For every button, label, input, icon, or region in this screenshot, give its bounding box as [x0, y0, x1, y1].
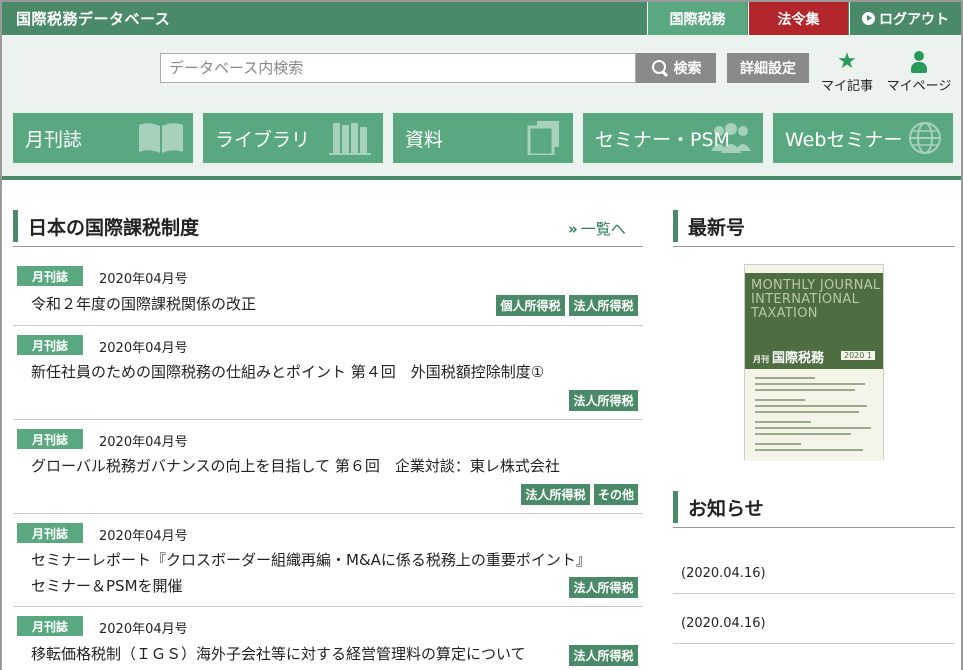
cover-text-line: [755, 399, 805, 401]
nav-label: 月刊誌: [25, 128, 83, 151]
header: 検索 詳細設定 ★ マイ記事 マイページ 月刊誌 ライブラリ: [2, 35, 961, 180]
my-page-link[interactable]: マイページ: [882, 51, 956, 94]
nav-label: Webセミナー: [785, 128, 903, 151]
nav-seminar-psm[interactable]: セミナー・PSM: [583, 113, 763, 163]
category-badge: 月刊誌: [17, 335, 83, 355]
page-frame: 国際税務データベース 国際税務 法令集 ログアウト 検索 詳細設定 ★ マイ記事…: [0, 0, 963, 670]
cover-text-line: [755, 383, 865, 385]
cover-title-main: 国際税務: [772, 351, 825, 366]
double-chevron-icon: »: [568, 220, 578, 238]
tag-badge[interactable]: 法人所得税: [569, 390, 638, 411]
cover-text-line: [755, 421, 811, 423]
logout-label: ログアウト: [879, 11, 949, 28]
search-icon: [651, 59, 669, 77]
nav-web-seminar[interactable]: Webセミナー: [773, 113, 953, 163]
cover-title-jp: 月刊 国際税務: [753, 347, 824, 366]
cover-top-strip: [745, 265, 883, 273]
nav-monthly-magazine[interactable]: 月刊誌: [13, 113, 193, 163]
article-title[interactable]: セミナーレポート『クロスボーダー組織再編・M&Aに係る税務上の重要ポイント』: [31, 547, 591, 573]
news-title: お知らせ: [673, 491, 953, 523]
nav-label: ライブラリ: [215, 128, 311, 151]
cover-text-line: [755, 377, 815, 379]
category-badge: 月刊誌: [17, 523, 83, 543]
search-button[interactable]: 検索: [636, 53, 716, 83]
tag-badge[interactable]: 法人所得税: [521, 484, 590, 505]
tag-badge[interactable]: 法人所得税: [569, 645, 638, 666]
nav-materials[interactable]: 資料: [393, 113, 573, 163]
latest-issue-title: 最新号: [673, 210, 953, 242]
section-underline: [673, 527, 955, 528]
section-underline: [13, 246, 643, 247]
article-date: 2020年04月号: [99, 529, 188, 544]
article-item[interactable]: 月刊誌 2020年04月号 セミナーレポート『クロスボーダー組織再編・M&Aに係…: [13, 514, 643, 607]
article-item[interactable]: 月刊誌 2020年04月号 グローバル税務ガバナンスの向上を目指して 第６回 企…: [13, 420, 643, 514]
cover-text-line: [755, 389, 855, 391]
cover-text-line: [755, 427, 871, 429]
search-input[interactable]: [160, 53, 636, 83]
cover-issue: 2020 1: [841, 351, 875, 360]
play-circle-icon: [862, 12, 875, 25]
header-divider: [2, 176, 961, 180]
tag-badge[interactable]: 個人所得税: [496, 295, 565, 316]
article-date: 2020年04月号: [99, 272, 188, 287]
news-date: (2020.04.16): [681, 616, 766, 631]
globe-icon: [909, 122, 941, 154]
cover-text-line: [755, 433, 851, 435]
cover-contents: [745, 369, 883, 461]
category-badge: 月刊誌: [17, 429, 83, 449]
section-title: 日本の国際課税制度: [13, 210, 643, 242]
article-title[interactable]: 移転価格税制（ＩＧＳ）海外子会社等に対する経営管理料の算定について: [31, 641, 526, 667]
star-icon: ★: [837, 49, 857, 74]
cover-text-line: [755, 411, 859, 413]
cover-title-prefix: 月刊: [753, 355, 769, 364]
article-date: 2020年04月号: [99, 341, 188, 356]
top-bar: 国際税務データベース 国際税務 法令集 ログアウト: [2, 2, 961, 35]
search-button-label: 検索: [673, 61, 702, 77]
logout-button[interactable]: ログアウト: [849, 2, 961, 35]
more-link-label: 一覧へ: [580, 220, 626, 238]
cover-text-line: [755, 443, 801, 445]
category-badge: 月刊誌: [17, 266, 83, 286]
nav-library[interactable]: ライブラリ: [203, 113, 383, 163]
nav-label: セミナー・PSM: [595, 128, 730, 151]
documents-icon: [527, 121, 559, 155]
more-link[interactable]: » 一覧へ: [568, 218, 626, 239]
section-underline: [673, 246, 955, 247]
my-articles-link[interactable]: ★ マイ記事: [814, 49, 880, 95]
news-item[interactable]: (2020.04.16): [673, 554, 955, 594]
person-icon: [908, 51, 930, 73]
my-articles-label: マイ記事: [820, 79, 873, 94]
advanced-settings-button[interactable]: 詳細設定: [727, 53, 809, 83]
article-date: 2020年04月号: [99, 622, 188, 637]
latest-issue-cover[interactable]: MONTHLY JOURNAL INTERNATIONAL TAXATION 月…: [744, 264, 884, 461]
article-title[interactable]: グローバル税務ガバナンスの向上を目指して 第６回 企業対談：東レ株式会社: [31, 453, 560, 479]
tab-international-tax[interactable]: 国際税務: [647, 2, 747, 35]
category-badge: 月刊誌: [17, 616, 83, 636]
news-item[interactable]: (2020.04.16): [673, 604, 955, 644]
bookshelf-icon: [329, 123, 371, 155]
article-date: 2020年04月号: [99, 435, 188, 450]
cover-title-en: MONTHLY JOURNAL INTERNATIONAL TAXATION: [751, 278, 881, 321]
article-title[interactable]: 令和２年度の国際課税関係の改正: [31, 291, 256, 317]
tag-badge[interactable]: その他: [594, 484, 638, 505]
tab-law-collection[interactable]: 法令集: [748, 2, 848, 35]
article-item[interactable]: 月刊誌 2020年04月号 新任社員のための国際税務の仕組みとポイント 第４回 …: [13, 326, 643, 420]
tag-badge[interactable]: 法人所得税: [569, 577, 638, 598]
tag-badge[interactable]: 法人所得税: [569, 295, 638, 316]
cover-text-line: [755, 449, 863, 451]
cover-text-line: [755, 405, 867, 407]
article-item[interactable]: 月刊誌 2020年04月号 移転価格税制（ＩＧＳ）海外子会社等に対する経営管理料…: [13, 607, 643, 670]
news-date: (2020.04.16): [681, 566, 766, 581]
my-page-label: マイページ: [886, 79, 952, 94]
book-icon: [139, 123, 183, 153]
nav-label: 資料: [405, 128, 444, 151]
article-item[interactable]: 月刊誌 2020年04月号 令和２年度の国際課税関係の改正 個人所得税 法人所得…: [13, 257, 643, 326]
site-title[interactable]: 国際税務データベース: [16, 8, 170, 29]
article-title[interactable]: 新任社員のための国際税務の仕組みとポイント 第４回 外国税額控除制度①: [31, 359, 544, 385]
article-title-line-2[interactable]: セミナー＆PSMを開催: [31, 573, 183, 599]
